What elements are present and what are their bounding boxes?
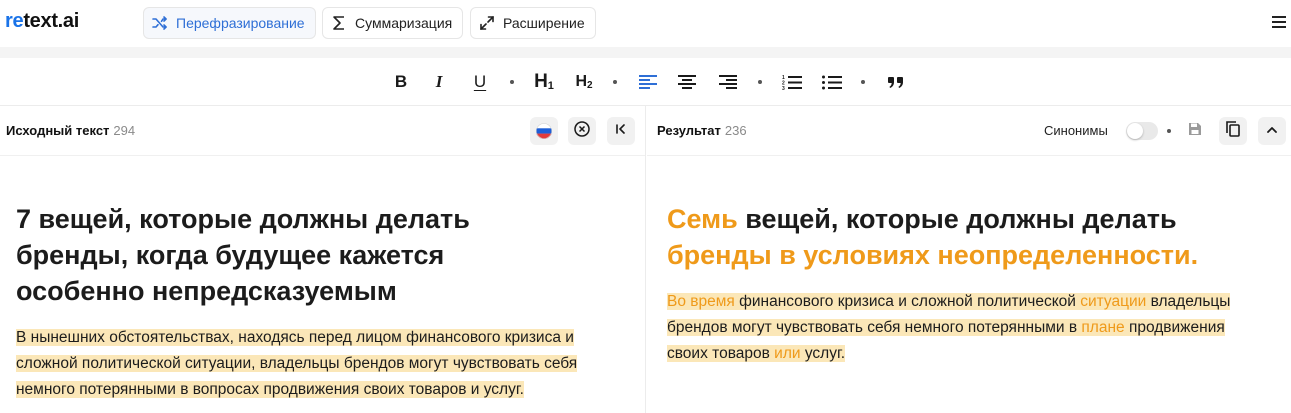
result-char-count: 236 (724, 123, 747, 138)
source-panel-header: Исходный текст 294 (0, 106, 645, 156)
toolbar-separator (510, 80, 514, 84)
quote-icon[interactable] (886, 70, 906, 94)
synonyms-toggle[interactable] (1126, 122, 1158, 140)
logo[interactable]: retext.ai (5, 10, 79, 33)
ordered-list-icon[interactable]: 123 (781, 70, 803, 94)
copy-button[interactable] (1219, 117, 1247, 145)
russian-flag-icon (536, 123, 552, 139)
sigma-icon (331, 15, 347, 31)
result-panel-header: Результат 236 Синонимы (647, 106, 1291, 156)
collapse-up-button[interactable] (1258, 117, 1286, 145)
mode-expand-button[interactable]: Расширение (470, 7, 596, 39)
mode-paraphrase-label: Перефразирование (176, 15, 305, 31)
mode-paraphrase-button[interactable]: Перефразирование (143, 7, 316, 39)
menu-icon[interactable] (1271, 14, 1287, 30)
clear-button[interactable] (568, 117, 596, 145)
result-headline[interactable]: Семь вещей, которые должны делать бренды… (667, 201, 1287, 273)
divider-band (0, 47, 1291, 58)
language-button[interactable] (530, 117, 558, 145)
source-title: Исходный текст 294 (6, 123, 136, 138)
copy-icon (1226, 120, 1240, 142)
result-title: Результат 236 (657, 123, 747, 138)
toggle-knob (1127, 123, 1143, 139)
bullet-list-icon[interactable] (821, 70, 843, 94)
align-right-icon[interactable] (718, 70, 738, 94)
save-button[interactable] (1181, 117, 1209, 145)
source-headline[interactable]: 7 вещей, которые должны делать бренды, к… (16, 201, 636, 309)
source-paragraph[interactable]: В нынешних обстоятельствах, находясь пер… (16, 325, 636, 403)
close-circle-icon (574, 120, 590, 142)
italic-icon[interactable]: I (431, 70, 447, 94)
header-separator (1167, 129, 1171, 133)
chevron-up-icon (1266, 122, 1278, 140)
formatting-toolbar: B I U H1 H2 123 (0, 58, 1291, 106)
toolbar-separator (758, 80, 762, 84)
align-left-icon[interactable] (638, 70, 658, 94)
result-panel: Результат 236 Синонимы Семь вещей, которы… (647, 106, 1291, 413)
underline-icon[interactable]: U (471, 70, 489, 94)
source-panel: Исходный текст 294 7 вещей, которые должн… (0, 106, 646, 413)
mode-expand-label: Расширение (503, 15, 585, 31)
synonyms-label: Синонимы (1044, 123, 1108, 138)
bold-icon[interactable]: B (392, 70, 410, 94)
top-navigation: retext.ai Перефразирование Суммаризация … (0, 0, 1291, 47)
save-icon (1188, 122, 1202, 141)
collapse-left-icon (615, 122, 627, 140)
shuffle-icon (152, 15, 168, 31)
mode-summarize-label: Суммаризация (355, 15, 453, 31)
mode-summarize-button[interactable]: Суммаризация (322, 7, 464, 39)
source-char-count: 294 (113, 123, 136, 138)
align-center-icon[interactable] (677, 70, 697, 94)
toolbar-separator (613, 80, 617, 84)
svg-text:3: 3 (782, 86, 785, 90)
heading-2-icon[interactable]: H2 (572, 70, 596, 94)
collapse-panel-button[interactable] (607, 117, 635, 145)
toolbar-separator (861, 80, 865, 84)
expand-icon (479, 15, 495, 31)
result-paragraph[interactable]: Во время финансового кризиса и сложной п… (667, 289, 1287, 367)
heading-1-icon[interactable]: H1 (532, 70, 556, 94)
